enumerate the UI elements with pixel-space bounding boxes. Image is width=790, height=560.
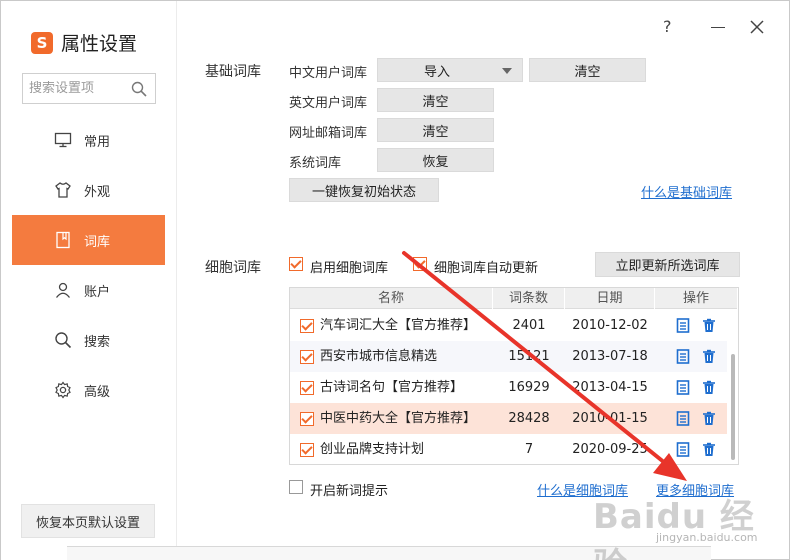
column-ops: 操作 [655,288,738,309]
enable-cell-dict-checkbox[interactable] [289,257,303,271]
table-scrollbar[interactable] [731,354,735,460]
table-row[interactable]: 古诗词名句【官方推荐】 16929 2013-04-15 [290,372,727,403]
row-count: 16929 [508,380,550,395]
row-date: 2010-12-02 [572,318,648,333]
clear-chinese-user-button[interactable]: 清空 [529,58,646,82]
clear-english-user-button[interactable]: 清空 [377,88,494,112]
row-name: 创业品牌支持计划 [320,442,425,457]
url-email-dict-label: 网址邮箱词库 [289,126,368,141]
sogou-logo-icon: S [31,31,53,54]
chinese-user-dict-label: 中文用户词库 [289,66,368,81]
row-name: 古诗词名句【官方推荐】 [320,380,464,395]
window-title: 属性设置 [61,33,138,55]
table-row[interactable]: 西安市城市信息精选 15121 2013-07-18 [290,341,727,372]
sidebar-item-common[interactable]: 常用 [12,115,165,165]
row-count: 2401 [512,318,546,333]
column-count[interactable]: 词条数 [493,288,565,309]
brand: S 属性设置 [31,29,137,56]
watermark-url: jingyan.baidu.com [656,531,758,544]
settings-window: S 属性设置 常用 外观 [0,0,790,560]
monitor-icon [54,132,72,148]
row-date: 2010-01-15 [572,411,648,426]
help-button[interactable]: ? [663,17,672,36]
table-header: 名称 词条数 日期 操作 [290,288,738,309]
row-checkbox[interactable] [300,350,314,364]
details-icon[interactable] [676,380,690,395]
delete-icon[interactable] [702,349,716,364]
details-icon[interactable] [676,411,690,426]
row-date: 2020-09-25 [572,442,648,457]
details-icon[interactable] [676,349,690,364]
new-word-hint-checkbox[interactable] [289,480,303,494]
update-selected-button[interactable]: 立即更新所选词库 [595,252,740,277]
auto-update-checkbox[interactable] [413,257,427,271]
row-checkbox[interactable] [300,412,314,426]
details-icon[interactable] [676,318,690,333]
delete-icon[interactable] [702,318,716,333]
sidebar-item-search[interactable]: 搜索 [12,315,165,365]
sidebar-item-appearance[interactable]: 外观 [12,165,165,215]
row-checkbox[interactable] [300,381,314,395]
settings-search[interactable] [22,73,156,104]
reset-default-button[interactable]: 恢复本页默认设置 [21,504,155,538]
sidebar-item-label: 高级 [84,384,111,400]
cell-dict-section-title: 细胞词库 [205,260,261,276]
details-icon[interactable] [676,442,690,457]
gear-icon [55,381,71,399]
row-count: 15121 [508,349,550,364]
shirt-icon [55,182,71,198]
delete-icon[interactable] [702,380,716,395]
minimize-button[interactable] [711,27,725,28]
search-input[interactable] [29,81,129,96]
column-name[interactable]: 名称 [290,288,493,309]
system-dict-label: 系统词库 [289,156,342,171]
row-count: 7 [524,442,534,457]
new-word-hint-label: 开启新词提示 [310,484,389,499]
delete-icon[interactable] [702,442,716,457]
enable-cell-dict-label: 启用细胞词库 [310,261,389,276]
row-name: 汽车词汇大全【官方推荐】 [320,318,477,333]
table-row[interactable]: 创业品牌支持计划 7 2020-09-25 [290,434,727,464]
sidebar-item-label: 词库 [84,234,111,250]
column-date[interactable]: 日期 [565,288,655,309]
table-row[interactable]: 中医中药大全【官方推荐】 28428 2010-01-15 [290,403,727,434]
row-checkbox[interactable] [300,319,314,333]
row-name: 中医中药大全【官方推荐】 [320,411,477,426]
restore-all-button[interactable]: 一键恢复初始状态 [289,178,439,202]
clear-url-email-button[interactable]: 清空 [377,118,494,142]
basic-dict-section-title: 基础词库 [205,64,261,80]
row-checkbox[interactable] [300,443,314,457]
row-name: 西安市城市信息精选 [320,349,438,364]
restore-system-dict-button[interactable]: 恢复 [377,148,494,172]
book-icon [56,231,70,249]
import-dropdown-button[interactable]: 导入 [377,58,523,82]
user-icon [55,282,71,298]
chevron-down-icon[interactable] [502,68,512,74]
sidebar-item-label: 外观 [84,184,111,200]
sidebar-item-dictionary[interactable]: 词库 [12,215,165,265]
sidebar-item-account[interactable]: 账户 [12,265,165,315]
cell-dict-table: 名称 词条数 日期 操作 汽车词汇大全【官方推荐】 2401 2010-12-0… [289,287,739,465]
watermark: Baidu 经验 [593,497,755,560]
english-user-dict-label: 英文用户词库 [289,96,368,111]
sidebar: S 属性设置 常用 外观 [1,1,177,560]
row-date: 2013-04-15 [572,380,648,395]
sidebar-item-advanced[interactable]: 高级 [12,365,165,415]
sidebar-item-label: 搜索 [84,334,111,350]
delete-icon[interactable] [702,411,716,426]
import-label: 导入 [423,64,450,80]
row-date: 2013-07-18 [572,349,648,364]
auto-update-label: 细胞词库自动更新 [434,261,539,276]
search-icon[interactable] [131,81,147,97]
table-row[interactable]: 汽车词汇大全【官方推荐】 2401 2010-12-02 [290,310,727,341]
sidebar-item-label: 账户 [84,284,111,300]
sidebar-nav: 常用 外观 词库 账户 搜索 高级 [12,115,165,415]
row-count: 28428 [508,411,550,426]
close-icon[interactable] [749,19,765,35]
what-is-basic-dict-link[interactable]: 什么是基础词库 [641,182,732,201]
sidebar-item-label: 常用 [84,134,111,150]
search-icon [55,332,72,349]
